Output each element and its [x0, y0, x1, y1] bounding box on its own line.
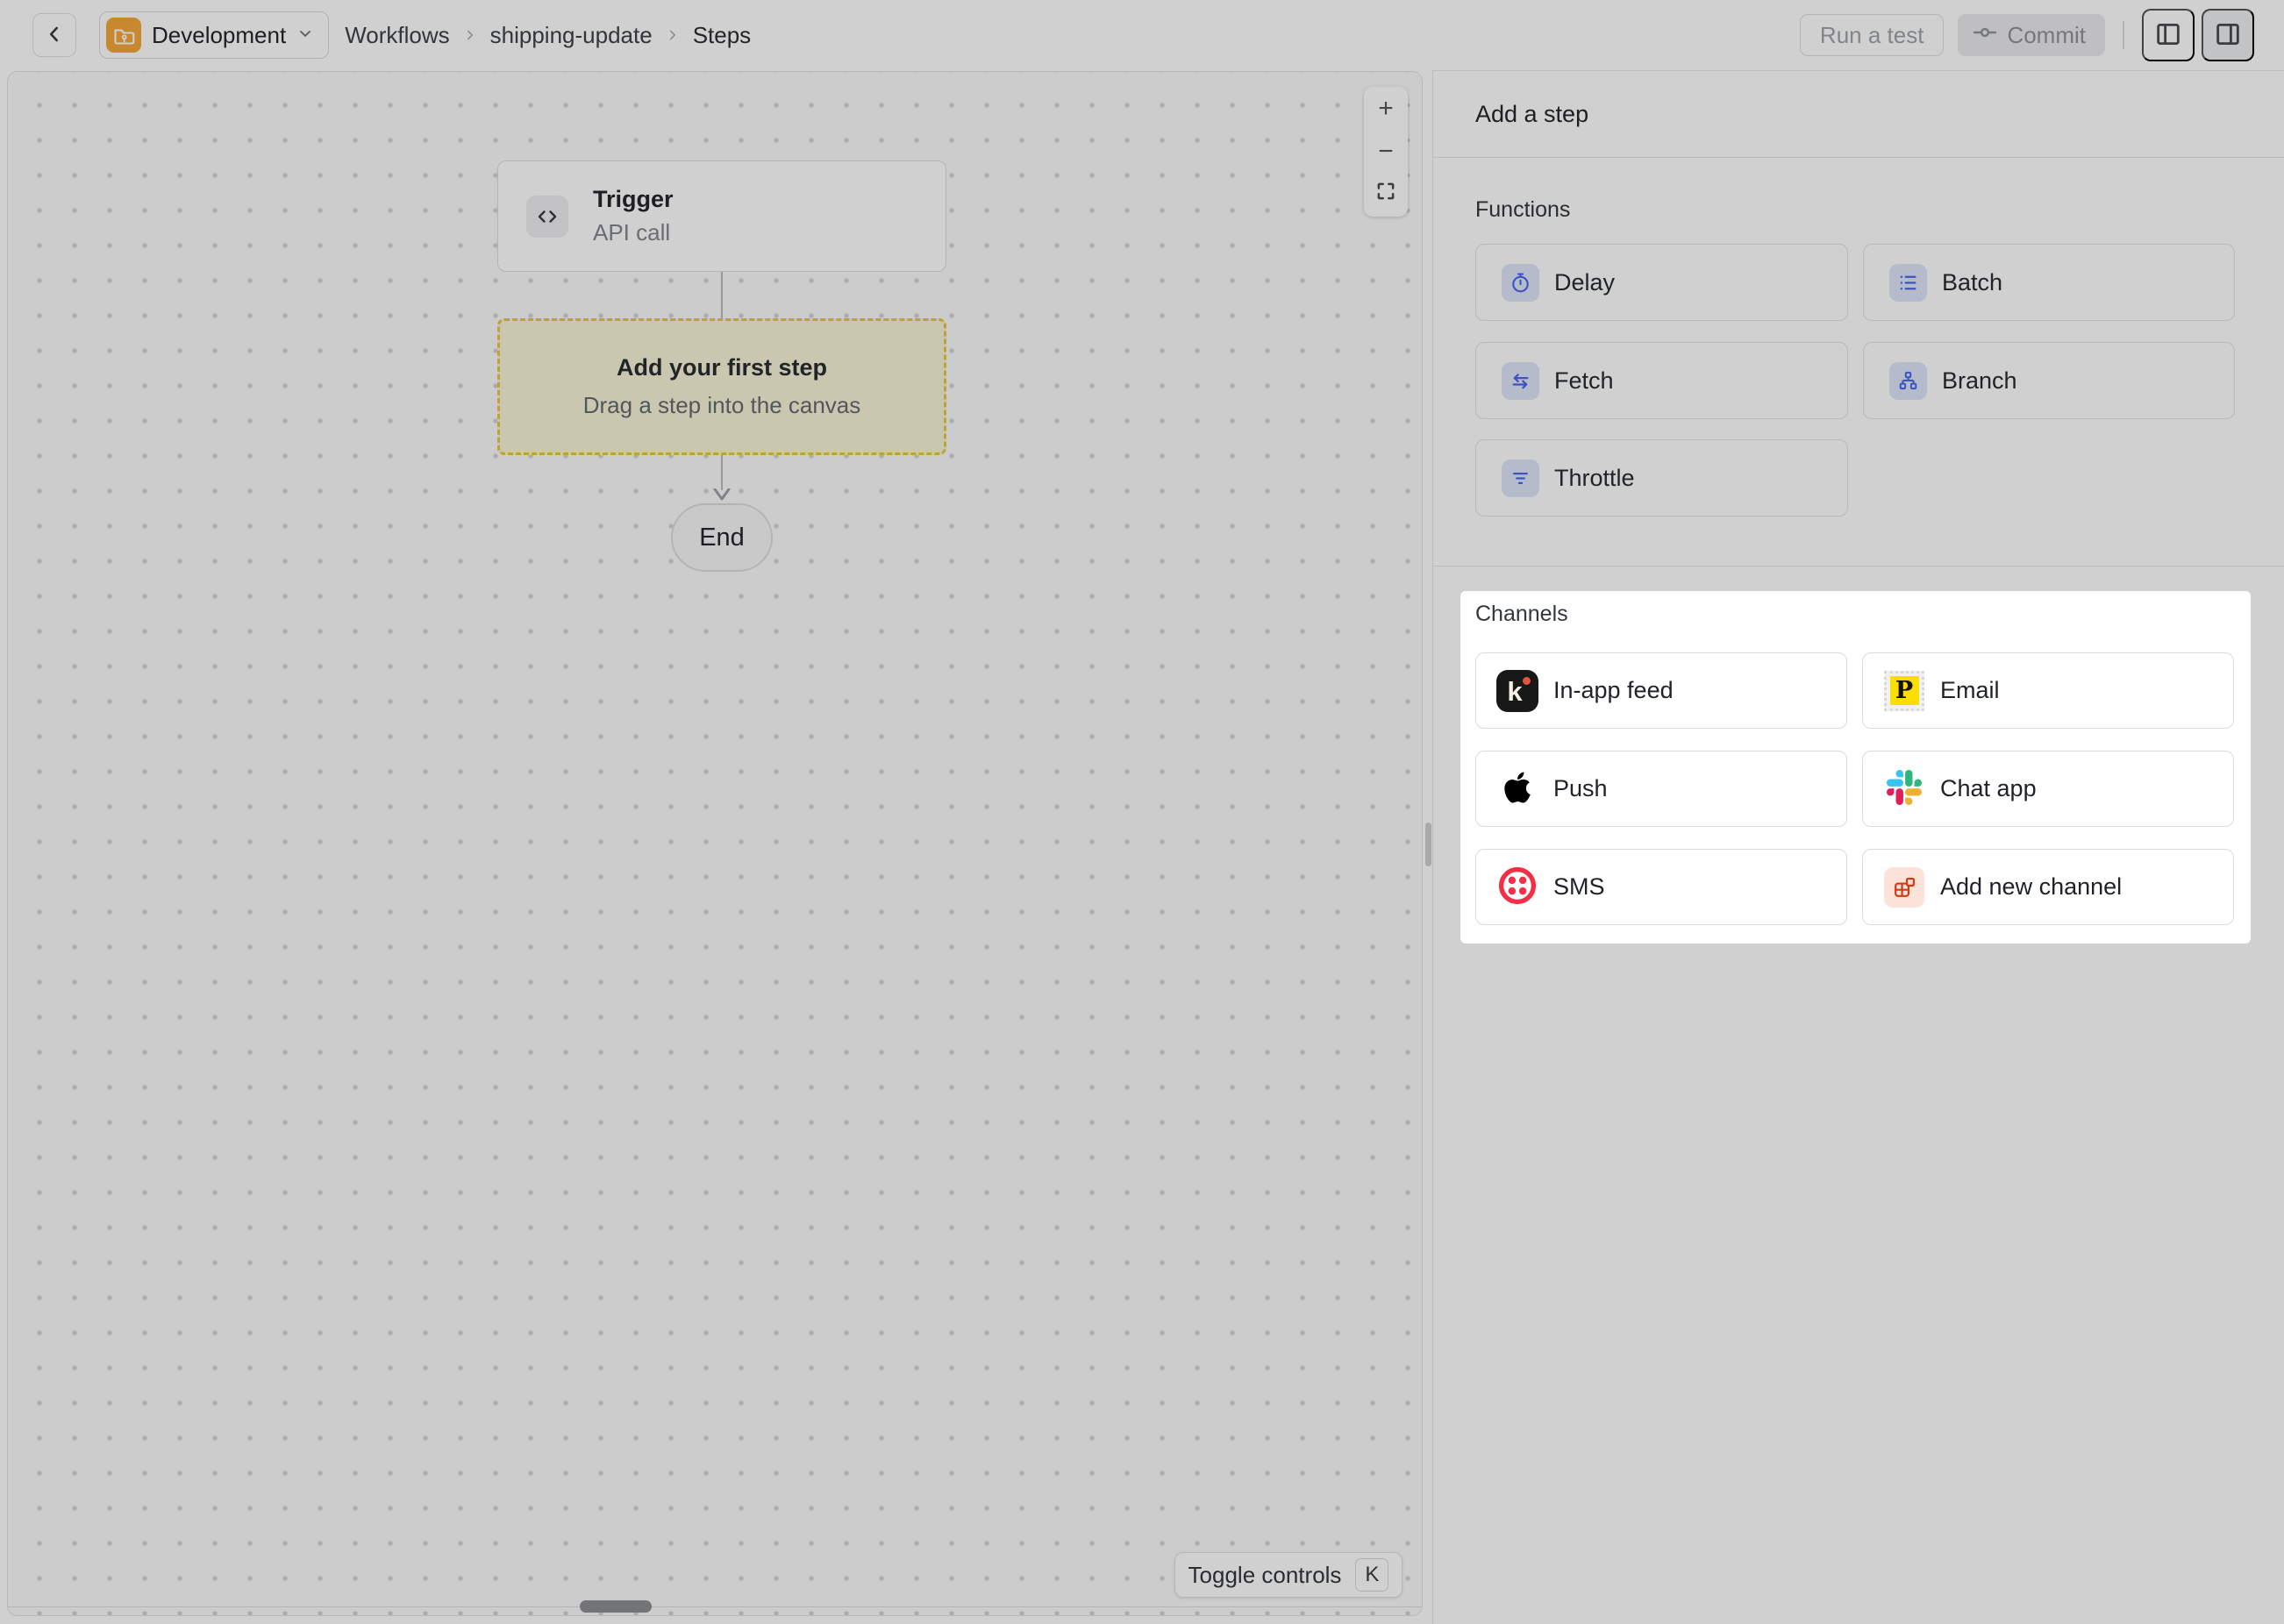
- functions-label: Functions: [1475, 197, 1570, 223]
- trigger-node[interactable]: Trigger API call: [497, 160, 946, 272]
- run-test-button[interactable]: Run a test: [1800, 14, 1945, 56]
- channel-item-add-new[interactable]: Add new channel: [1862, 849, 2234, 925]
- panel-left-toggle[interactable]: [2142, 9, 2195, 61]
- topbar: Development Workflows shipping-update St…: [0, 0, 2284, 70]
- fit-view-icon: [1374, 180, 1397, 210]
- back-button[interactable]: [32, 13, 76, 57]
- zoom-in-button[interactable]: +: [1364, 87, 1408, 130]
- tree-icon: [1889, 362, 1927, 400]
- environment-selector[interactable]: Development: [99, 11, 329, 59]
- trigger-subtitle: API call: [593, 218, 674, 247]
- breadcrumb-workflow-name[interactable]: shipping-update: [490, 22, 653, 49]
- stopwatch-icon: [1502, 264, 1539, 302]
- toggle-controls-button[interactable]: Toggle controls K: [1174, 1552, 1403, 1598]
- canvas-edge: [8, 1606, 1422, 1607]
- code-icon: [526, 196, 568, 238]
- twilio-icon: [1497, 865, 1538, 908]
- commit-button[interactable]: Commit: [1958, 14, 2105, 56]
- function-item-fetch[interactable]: Fetch: [1475, 342, 1848, 419]
- knock-icon: k: [1496, 670, 1538, 712]
- channel-item-push[interactable]: Push: [1475, 751, 1847, 827]
- trigger-title: Trigger: [593, 185, 674, 214]
- breadcrumb-steps[interactable]: Steps: [693, 22, 752, 49]
- channel-item-in-app-feed[interactable]: k In-app feed: [1475, 652, 1847, 729]
- chevron-right-icon: [462, 27, 478, 43]
- folder-key-icon: [106, 18, 141, 53]
- breadcrumb: Workflows shipping-update Steps: [345, 22, 751, 49]
- channel-item-chat-app[interactable]: Chat app: [1862, 751, 2234, 827]
- postmark-icon: P: [1884, 671, 1924, 711]
- end-label: End: [699, 524, 745, 552]
- swap-arrows-icon: [1502, 362, 1539, 400]
- fit-view-button[interactable]: [1364, 174, 1408, 217]
- vertical-scrollbar[interactable]: [1425, 823, 1431, 866]
- channel-item-email[interactable]: P Email: [1862, 652, 2234, 729]
- panel-title: Add a step: [1475, 101, 1588, 128]
- function-item-batch[interactable]: Batch: [1863, 244, 2235, 321]
- breadcrumb-workflows[interactable]: Workflows: [345, 22, 449, 49]
- placeholder-title: Add your first step: [617, 354, 827, 381]
- function-item-branch[interactable]: Branch: [1863, 342, 2235, 419]
- divider: [1433, 157, 2284, 158]
- chevron-left-icon: [43, 23, 66, 48]
- panel-right-icon: [2213, 19, 2243, 52]
- function-item-throttle[interactable]: Throttle: [1475, 439, 1848, 516]
- toolbar-divider: [2123, 21, 2124, 49]
- end-node: End: [671, 503, 773, 572]
- horizontal-scrollbar[interactable]: [580, 1600, 652, 1613]
- zoom-controls: + −: [1364, 87, 1408, 217]
- workflow-canvas[interactable]: Trigger API call Add your first step Dra…: [7, 71, 1423, 1616]
- connector-line: [721, 455, 723, 490]
- filter-lines-icon: [1502, 459, 1539, 497]
- slack-icon: [1887, 770, 1922, 808]
- panel-left-icon: [2153, 19, 2183, 52]
- panel-right-toggle[interactable]: [2202, 9, 2254, 61]
- commit-icon: [1972, 19, 1998, 52]
- topbar-actions: Run a test Commit: [1800, 9, 2254, 61]
- placeholder-subtitle: Drag a step into the canvas: [583, 392, 861, 419]
- environment-label: Development: [152, 22, 286, 49]
- list-icon: [1889, 264, 1927, 302]
- channels-section: Channels k In-app feed P Email Push: [1460, 591, 2251, 944]
- channel-item-sms[interactable]: SMS: [1475, 849, 1847, 925]
- apple-icon: [1502, 770, 1532, 808]
- add-first-step-dropzone[interactable]: Add your first step Drag a step into the…: [497, 318, 946, 455]
- connector-line: [721, 272, 723, 318]
- channels-label: Channels: [1475, 602, 1568, 627]
- shortcut-badge: K: [1355, 1558, 1388, 1592]
- zoom-out-button[interactable]: −: [1364, 130, 1408, 173]
- chevron-down-icon: [296, 25, 314, 46]
- function-item-delay[interactable]: Delay: [1475, 244, 1848, 321]
- chevron-right-icon: [665, 27, 681, 43]
- add-channel-icon: [1884, 867, 1924, 908]
